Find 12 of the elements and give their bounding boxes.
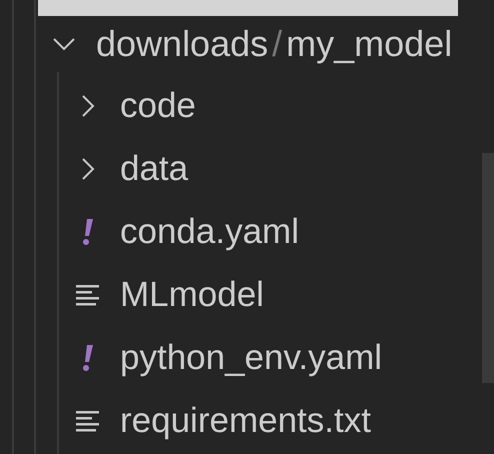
exclamation-icon (83, 345, 93, 371)
folder-name: my_model (286, 26, 452, 62)
file-name[interactable]: MLmodel (120, 277, 264, 313)
file-name[interactable]: python_env.yaml (120, 340, 382, 376)
folder-row[interactable]: downloads/my_model (0, 26, 494, 62)
path-separator: / (272, 26, 282, 62)
folder-name[interactable]: code (120, 88, 196, 124)
file-name[interactable]: requirements.txt (120, 403, 371, 439)
folder-name: downloads (96, 26, 268, 62)
file-name[interactable]: conda.yaml (120, 214, 299, 250)
exclamation-icon (83, 219, 93, 245)
folder-name[interactable]: data (120, 151, 188, 187)
